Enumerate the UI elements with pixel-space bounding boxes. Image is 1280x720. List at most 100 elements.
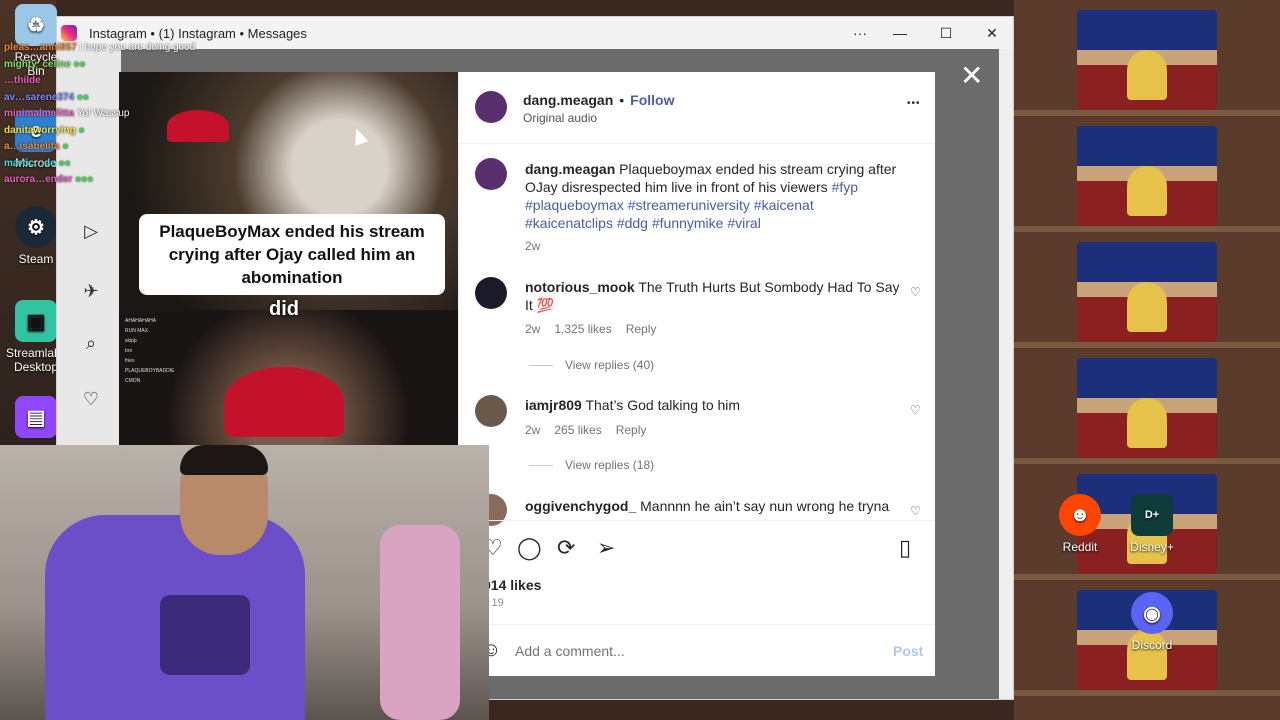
desktop-icon-label: Discord (1131, 638, 1173, 652)
more-options-icon[interactable]: ••• (907, 98, 921, 109)
share-icon[interactable]: ➢ (597, 535, 615, 561)
steam-icon: ⚙ (15, 206, 57, 248)
avatar[interactable] (475, 158, 507, 190)
close-modal-icon[interactable]: ✕ (960, 62, 983, 90)
maximize-button[interactable]: ☐ (923, 17, 969, 49)
chat-message: aurora…ender ●●● (4, 172, 195, 189)
follow-button[interactable]: Follow (630, 92, 674, 108)
view-replies-button[interactable]: View replies (40) (529, 358, 654, 372)
post-caption: dang.meagan Plaqueboymax ended his strea… (525, 160, 900, 232)
reels-icon[interactable]: ▷ (79, 219, 103, 243)
emote-icon: ●●● (75, 174, 94, 185)
video-chat-overlay: AHAHAHAHA RUN MAX skipp bro fries PLAQUE… (125, 316, 174, 386)
close-window-button[interactable]: ✕ (969, 17, 1015, 49)
chat-user: aurora…ender (4, 174, 73, 185)
reddit-icon: ☻ (1059, 494, 1101, 536)
twitch-icon: ▤ (15, 396, 57, 438)
search-icon[interactable]: ⌕ (79, 331, 103, 355)
chat-user: a…isabelita (4, 141, 60, 152)
webcam-shirt-graphic (160, 595, 250, 675)
comment-age: 2w (525, 322, 541, 336)
chat-message: a…isabelita ● (4, 139, 195, 156)
chat-user: danitaworrying (4, 124, 76, 136)
video-subtitle-word: did (269, 298, 299, 320)
save-bookmark-icon[interactable]: ▯ (899, 535, 911, 561)
chat-message: minimalmelitta Yo! Wassup (4, 106, 195, 123)
avatar[interactable] (475, 395, 507, 427)
view-replies-button[interactable]: View replies (18) (529, 458, 654, 472)
desktop-icon-label: Reddit (1062, 540, 1098, 554)
post-likes[interactable]: 914 likes (483, 577, 541, 593)
comment-like-heart-icon[interactable]: ♡ (910, 504, 921, 518)
post-author[interactable]: dang.meagan (523, 92, 613, 108)
emote-icon: ● (62, 141, 69, 152)
streamlabs-icon: ▣ (15, 300, 57, 342)
chat-message: danitaworrying ● (4, 123, 195, 140)
caption-age: 2w (525, 239, 541, 253)
wallpaper-tile (1077, 358, 1217, 458)
comment: iamjr809 That’s God talking to him (525, 396, 900, 414)
add-comment-bar: ☺ Add a comment... Post (459, 624, 935, 676)
hashtag[interactable]: #ddg #funnymike #viral (617, 215, 761, 231)
comment-input[interactable]: Add a comment... (515, 643, 625, 659)
chat-message: av…sarene374 ●● (4, 90, 195, 107)
messages-icon[interactable]: ✈ (79, 279, 103, 303)
comment-author[interactable]: iamjr809 (525, 397, 582, 413)
audio-label[interactable]: Original audio (523, 111, 597, 125)
chat-user: …thilde (4, 75, 41, 86)
minimize-button[interactable]: — (877, 17, 923, 49)
comment-like-heart-icon[interactable]: ♡ (910, 285, 921, 299)
desktop-icon-disney[interactable]: D+ Disney+ (1122, 494, 1182, 554)
chat-message: …thilde (4, 73, 195, 90)
comment-likes[interactable]: 1,325 likes (554, 322, 611, 336)
reply-button[interactable]: Reply (616, 423, 647, 437)
view-replies-label: View replies (40) (565, 358, 655, 372)
emote-icon: ●● (58, 157, 71, 169)
caption-author[interactable]: dang.meagan (525, 161, 615, 177)
stream-chat-overlay: pleas…anni857 i hope you are doing good … (4, 40, 195, 189)
notifications-heart-icon[interactable]: ♡ (79, 387, 103, 411)
overlay-line: RUN MAX (125, 328, 149, 334)
emote-icon: ●● (73, 58, 86, 70)
chat-user: minimalmelitta (4, 108, 75, 119)
window-scrollbar[interactable] (999, 49, 1013, 699)
divider (529, 364, 553, 366)
avatar[interactable] (475, 91, 507, 123)
comment-meta: 2w 1,325 likes Reply (525, 322, 656, 336)
overlay-line: skipp (125, 338, 137, 344)
comment: oggivenchygod_ Mannnn he ain’t say nun w… (525, 497, 900, 519)
overlay-line: fries (125, 358, 135, 364)
chat-message: martic…de ●● (4, 156, 195, 173)
comment-bubble-icon[interactable]: ◯ (517, 535, 542, 561)
overlay-line: PLAQUEBOYBADDIE (125, 368, 175, 374)
comment-age: 2w (525, 423, 541, 437)
desktop-icon-discord[interactable]: ◉ Discord (1122, 592, 1182, 652)
comment-like-heart-icon[interactable]: ♡ (910, 403, 921, 417)
caption-meta: 2w (525, 239, 540, 253)
view-replies-label: View replies (18) (565, 458, 655, 472)
chat-user: martic…de (4, 157, 56, 169)
post-comment-button[interactable]: Post (893, 643, 923, 659)
chat-text: i hope you are doing good (79, 42, 196, 53)
comment-text: Mannnn he ain’t say nun wrong he tryna (640, 498, 890, 514)
comment-author[interactable]: notorious_mook (525, 279, 635, 295)
reply-button[interactable]: Reply (626, 322, 657, 336)
window-title: Instagram • (1) Instagram • Messages (89, 25, 307, 41)
repost-icon[interactable]: ⟳ (557, 535, 575, 561)
comment-meta: 2w 265 likes Reply (525, 423, 646, 437)
avatar[interactable] (475, 277, 507, 309)
webcam-person-hair (180, 445, 268, 475)
emote-icon: ● (78, 124, 85, 136)
chat-message: pleas…anni857 i hope you are doing good (4, 40, 195, 57)
video-caption: PlaqueBoyMax ended his stream crying aft… (139, 214, 445, 295)
hashtag[interactable]: #fyp (832, 179, 858, 195)
chat-text: Yo! Wassup (76, 108, 130, 119)
comment-text: That’s God talking to him (585, 397, 741, 413)
wallpaper-tile (1077, 10, 1217, 110)
comment-likes[interactable]: 265 likes (554, 423, 601, 437)
instagram-logo-icon (61, 25, 77, 41)
comment-author[interactable]: oggivenchygod_ (525, 498, 636, 514)
chat-message: mighty_celine ●● (4, 57, 195, 74)
desktop-icon-reddit[interactable]: ☻ Reddit (1050, 494, 1110, 554)
chat-user: mighty_celine (4, 58, 71, 70)
